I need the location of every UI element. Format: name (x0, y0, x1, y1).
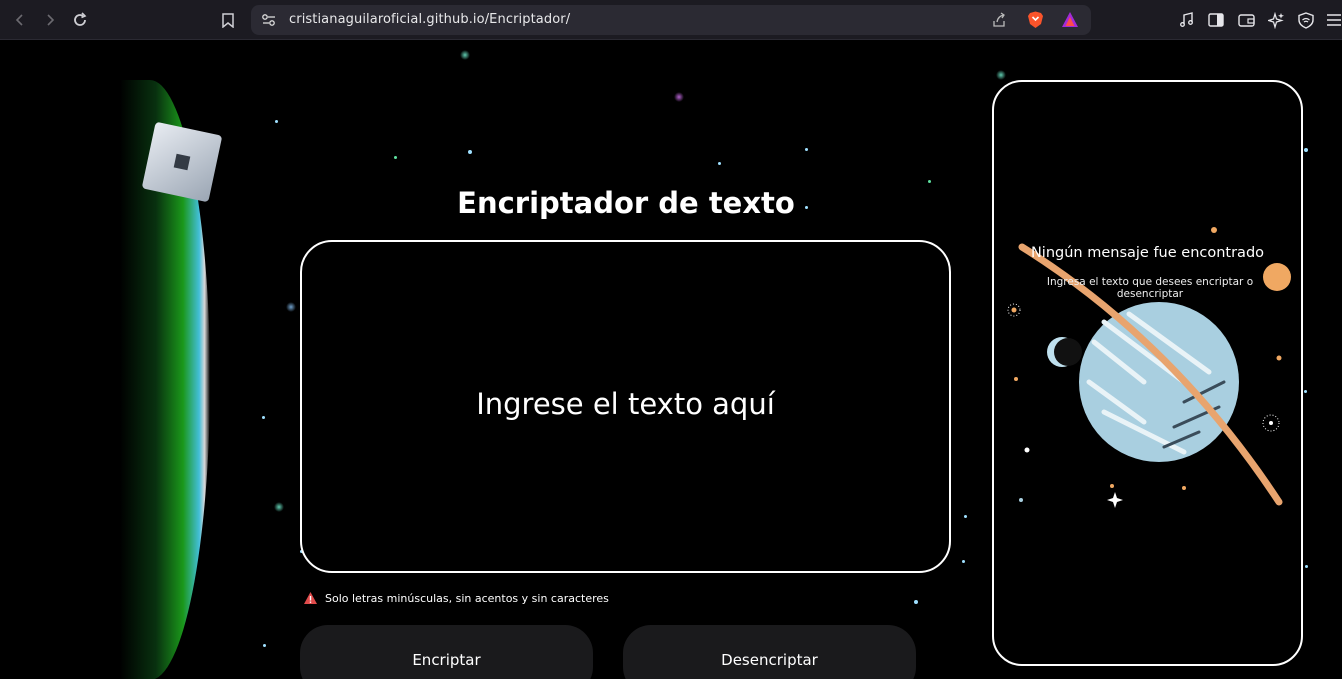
encrypt-button[interactable]: Encriptar (300, 625, 593, 679)
star-decoration (1304, 148, 1308, 152)
url-bar[interactable]: cristianaguilaroficial.github.io/Encript… (251, 5, 1091, 35)
star-decoration (460, 50, 470, 60)
roblox-logo (141, 121, 223, 203)
star-decoration (262, 416, 265, 419)
star-decoration (275, 120, 278, 123)
media-icon[interactable] (1175, 8, 1199, 32)
brave-shields-icon[interactable] (1027, 11, 1044, 33)
star-decoration (928, 180, 931, 183)
result-subtitle: Ingresa el texto que desees encriptar o … (1046, 276, 1254, 300)
site-info-icon[interactable] (261, 12, 277, 32)
reload-icon[interactable] (68, 8, 92, 32)
share-icon[interactable] (991, 12, 1007, 32)
saturn-illustration (1007, 227, 1291, 508)
leo-ai-icon[interactable] (1264, 8, 1288, 32)
star-decoration (674, 92, 684, 102)
text-input[interactable] (302, 242, 949, 571)
sidebar-icon[interactable] (1204, 8, 1228, 32)
star-decoration (964, 515, 967, 518)
star-decoration (468, 150, 472, 154)
star-decoration (996, 70, 1006, 80)
input-warning: Solo letras minúsculas, sin acentos y si… (303, 591, 609, 605)
star-decoration (394, 156, 397, 159)
browser-toolbar: cristianaguilaroficial.github.io/Encript… (0, 0, 1342, 40)
star-decoration (286, 302, 296, 312)
bookmark-icon[interactable] (216, 8, 240, 32)
text-input-container (300, 240, 951, 573)
star-decoration (274, 502, 284, 512)
result-panel: Ningún mensaje fue encontrado Ingresa el… (992, 80, 1303, 666)
star-decoration (263, 644, 266, 647)
star-decoration (805, 148, 808, 151)
back-icon[interactable] (8, 8, 32, 32)
brave-rewards-icon[interactable] (1061, 11, 1079, 32)
warning-text: Solo letras minúsculas, sin acentos y si… (325, 591, 609, 605)
vpn-shield-icon[interactable] (1294, 8, 1318, 32)
star-decoration (962, 560, 965, 563)
page-title: Encriptador de texto (457, 186, 795, 220)
menu-icon[interactable] (1322, 8, 1342, 32)
result-title: Ningún mensaje fue encontrado (1030, 245, 1265, 261)
decrypt-button[interactable]: Desencriptar (623, 625, 916, 679)
star-decoration (718, 162, 721, 165)
star-decoration (1305, 565, 1308, 568)
star-decoration (914, 600, 918, 604)
warning-icon (303, 591, 318, 605)
page-content: Encriptador de texto Solo letras minúscu… (0, 40, 1342, 679)
wallet-icon[interactable] (1234, 8, 1258, 32)
star-decoration (1304, 390, 1307, 393)
url-text[interactable]: cristianaguilaroficial.github.io/Encript… (289, 12, 570, 27)
forward-icon[interactable] (38, 8, 62, 32)
